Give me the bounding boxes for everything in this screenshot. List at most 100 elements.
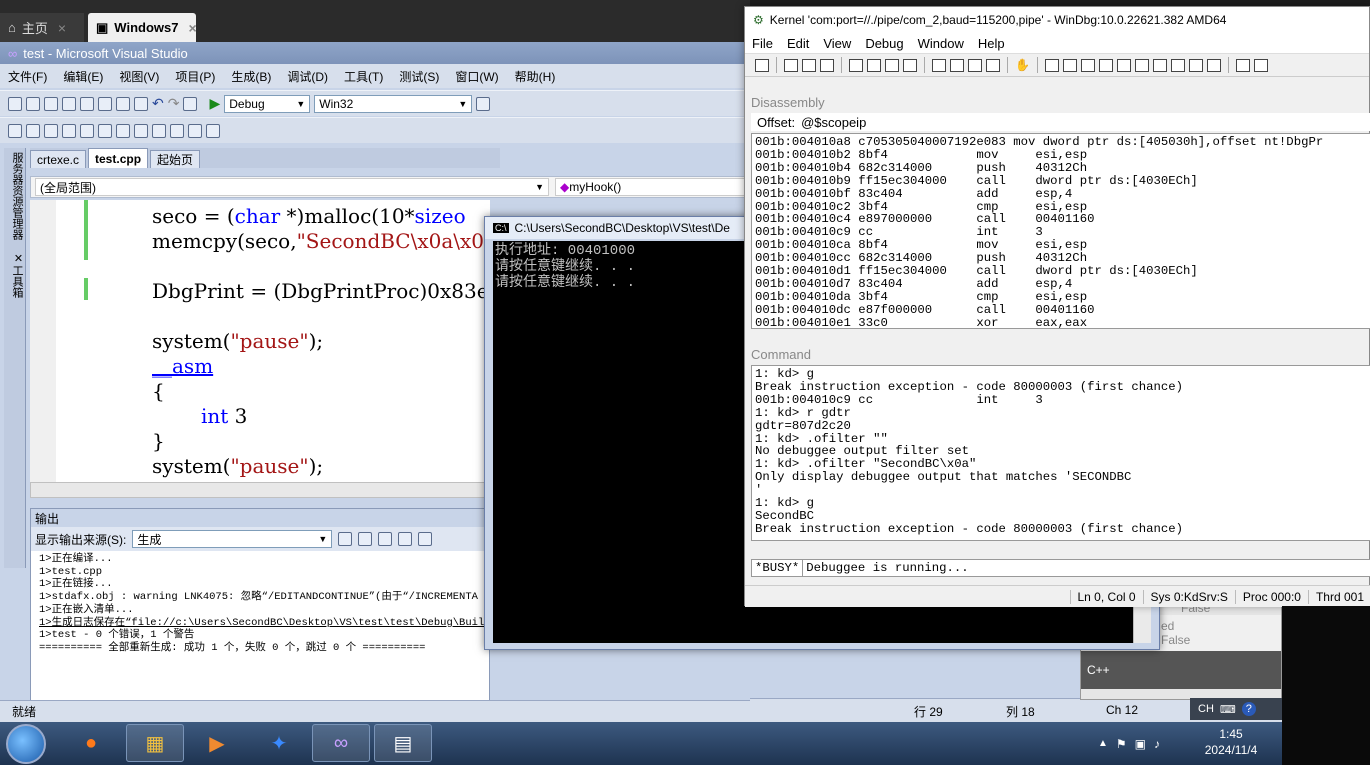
menu-view[interactable]: View — [816, 36, 858, 51]
uncomment-icon[interactable] — [134, 123, 148, 138]
source-mode-icon[interactable] — [1235, 58, 1250, 72]
save-all-icon[interactable] — [80, 96, 94, 111]
word-wrap-icon[interactable] — [418, 532, 433, 546]
clear-all-icon[interactable] — [398, 532, 413, 546]
menu-edit[interactable]: Edit — [780, 36, 816, 51]
menu-file[interactable]: File — [745, 36, 780, 51]
open-icon[interactable] — [44, 96, 58, 111]
menu-help[interactable]: Help — [971, 36, 1012, 51]
explorer-icon[interactable]: ▦ — [126, 724, 184, 762]
bird-app-icon[interactable]: ✦ — [250, 724, 308, 762]
editor-horizontal-scrollbar[interactable] — [30, 482, 490, 498]
action-center-icon[interactable]: ⚑ — [1116, 737, 1127, 751]
command-icon[interactable] — [1044, 58, 1059, 72]
navigate-icon[interactable] — [183, 96, 198, 111]
registers-icon[interactable] — [1098, 58, 1113, 72]
toolbar-icon[interactable] — [44, 123, 58, 138]
copy-icon[interactable] — [802, 58, 816, 72]
tab-test-cpp[interactable]: test.cpp — [88, 148, 149, 168]
menu-test[interactable]: 测试(S) — [391, 68, 447, 85]
scratch-icon[interactable] — [1170, 58, 1185, 72]
tab-home[interactable]: ⌂ 主页 × — [0, 13, 84, 42]
step-into-icon[interactable] — [932, 58, 946, 72]
bookmark-prev-icon[interactable] — [170, 123, 184, 138]
run-to-cursor-icon[interactable] — [986, 58, 1000, 72]
tab-windows7[interactable]: ▣ Windows7 × — [88, 13, 197, 42]
firefox-icon[interactable]: ● — [62, 724, 120, 762]
menu-build[interactable]: 生成(B) — [223, 68, 279, 85]
output-source-dropdown[interactable]: 生成 ▼ — [132, 530, 333, 548]
break-icon[interactable] — [903, 58, 917, 72]
next-message-icon[interactable] — [378, 532, 393, 546]
tab-crtexe[interactable]: crtexe.c — [30, 150, 87, 168]
save-icon[interactable] — [62, 96, 76, 111]
go-icon[interactable] — [849, 58, 863, 72]
menu-view[interactable]: 视图(V) — [111, 68, 167, 85]
indent-icon[interactable] — [80, 123, 94, 138]
find-in-files-icon[interactable] — [476, 96, 491, 111]
disassembly-icon[interactable] — [1152, 58, 1167, 72]
close-icon[interactable]: × — [188, 20, 196, 36]
ime-bar[interactable]: CH ⌨ ? — [1190, 698, 1282, 720]
code-editor[interactable]: seco = (char *)malloc(10*sizeo memcpy(se… — [30, 200, 490, 482]
cut-icon[interactable] — [784, 58, 798, 72]
redo-icon[interactable]: ↷ — [168, 95, 180, 112]
undo-icon[interactable]: ↶ — [152, 95, 164, 112]
menu-debug[interactable]: Debug — [858, 36, 910, 51]
font-icon[interactable] — [1206, 58, 1221, 72]
scope-dropdown[interactable]: (全局范围) ▼ — [35, 178, 549, 196]
outdent-icon[interactable] — [98, 123, 112, 138]
config-dropdown[interactable]: Debug ▼ — [224, 94, 311, 113]
clock[interactable]: 1:45 2024/11/4 — [1196, 726, 1266, 758]
toolbar-icon[interactable] — [26, 123, 40, 138]
step-out-icon[interactable] — [968, 58, 982, 72]
bookmark-clear-icon[interactable] — [206, 123, 220, 138]
step-over-icon[interactable] — [950, 58, 964, 72]
restart-icon[interactable] — [867, 58, 881, 72]
paste-icon[interactable] — [134, 96, 148, 111]
hand-icon[interactable]: ✋ — [1015, 58, 1030, 72]
disassembly-text[interactable]: 001b:004010a8 c705305040007192e083 mov d… — [751, 133, 1370, 329]
cut-icon[interactable] — [98, 96, 112, 111]
callstack-icon[interactable] — [1134, 58, 1149, 72]
new-project-icon[interactable] — [8, 96, 22, 111]
open-icon[interactable] — [755, 58, 769, 72]
visual-studio-task-icon[interactable]: ∞ — [312, 724, 370, 762]
toolbar-icon[interactable] — [62, 123, 76, 138]
menu-help[interactable]: 帮助(H) — [507, 68, 564, 85]
menu-window[interactable]: 窗口(W) — [447, 68, 506, 85]
window-icon[interactable] — [1188, 58, 1203, 72]
menu-edit[interactable]: 编辑(E) — [55, 68, 111, 85]
help-icon[interactable]: ? — [1241, 702, 1256, 716]
menu-window[interactable]: Window — [911, 36, 971, 51]
menu-project[interactable]: 项目(P) — [167, 68, 223, 85]
volume-icon[interactable]: ♪ — [1154, 737, 1160, 751]
show-hidden-icons-icon[interactable]: ▲ — [1098, 738, 1108, 749]
start-button[interactable] — [6, 724, 46, 764]
output-text[interactable]: 1>正在编译... 1>test.cpp 1>正在链接... 1>stdafx.obj… — [31, 551, 489, 657]
menu-file[interactable]: 文件(F) — [0, 68, 55, 85]
offset-input[interactable]: @$scopeip — [801, 115, 866, 130]
menu-debug[interactable]: 调试(D) — [279, 68, 336, 85]
memory-icon[interactable] — [1116, 58, 1131, 72]
platform-dropdown[interactable]: Win32 ▼ — [314, 94, 473, 113]
command-output[interactable]: 1: kd> g Break instruction exception - c… — [751, 365, 1370, 541]
options-icon[interactable] — [1253, 58, 1268, 72]
menu-tools[interactable]: 工具(T) — [336, 68, 391, 85]
comment-icon[interactable] — [116, 123, 130, 138]
prev-message-icon[interactable] — [358, 532, 373, 546]
network-icon[interactable]: ▣ — [1135, 737, 1146, 751]
stop-icon[interactable] — [885, 58, 899, 72]
start-debug-icon[interactable]: ▶ — [209, 95, 220, 112]
watch-icon[interactable] — [1062, 58, 1077, 72]
bookmark-next-icon[interactable] — [188, 123, 202, 138]
command-input[interactable]: Debuggee is running... — [803, 561, 968, 575]
console-task-icon[interactable]: ▤ — [374, 724, 432, 762]
bookmark-icon[interactable] — [152, 123, 166, 138]
member-dropdown[interactable]: ◆myHook() — [555, 178, 745, 196]
add-item-icon[interactable] — [26, 96, 40, 111]
toolbar-icon[interactable] — [338, 532, 353, 546]
toolbar-icon[interactable] — [8, 123, 22, 138]
server-explorer-panel[interactable]: 服务器资源管理器 ✕ 工具箱 — [4, 148, 26, 568]
tab-start-page[interactable]: 起始页 — [150, 150, 201, 168]
